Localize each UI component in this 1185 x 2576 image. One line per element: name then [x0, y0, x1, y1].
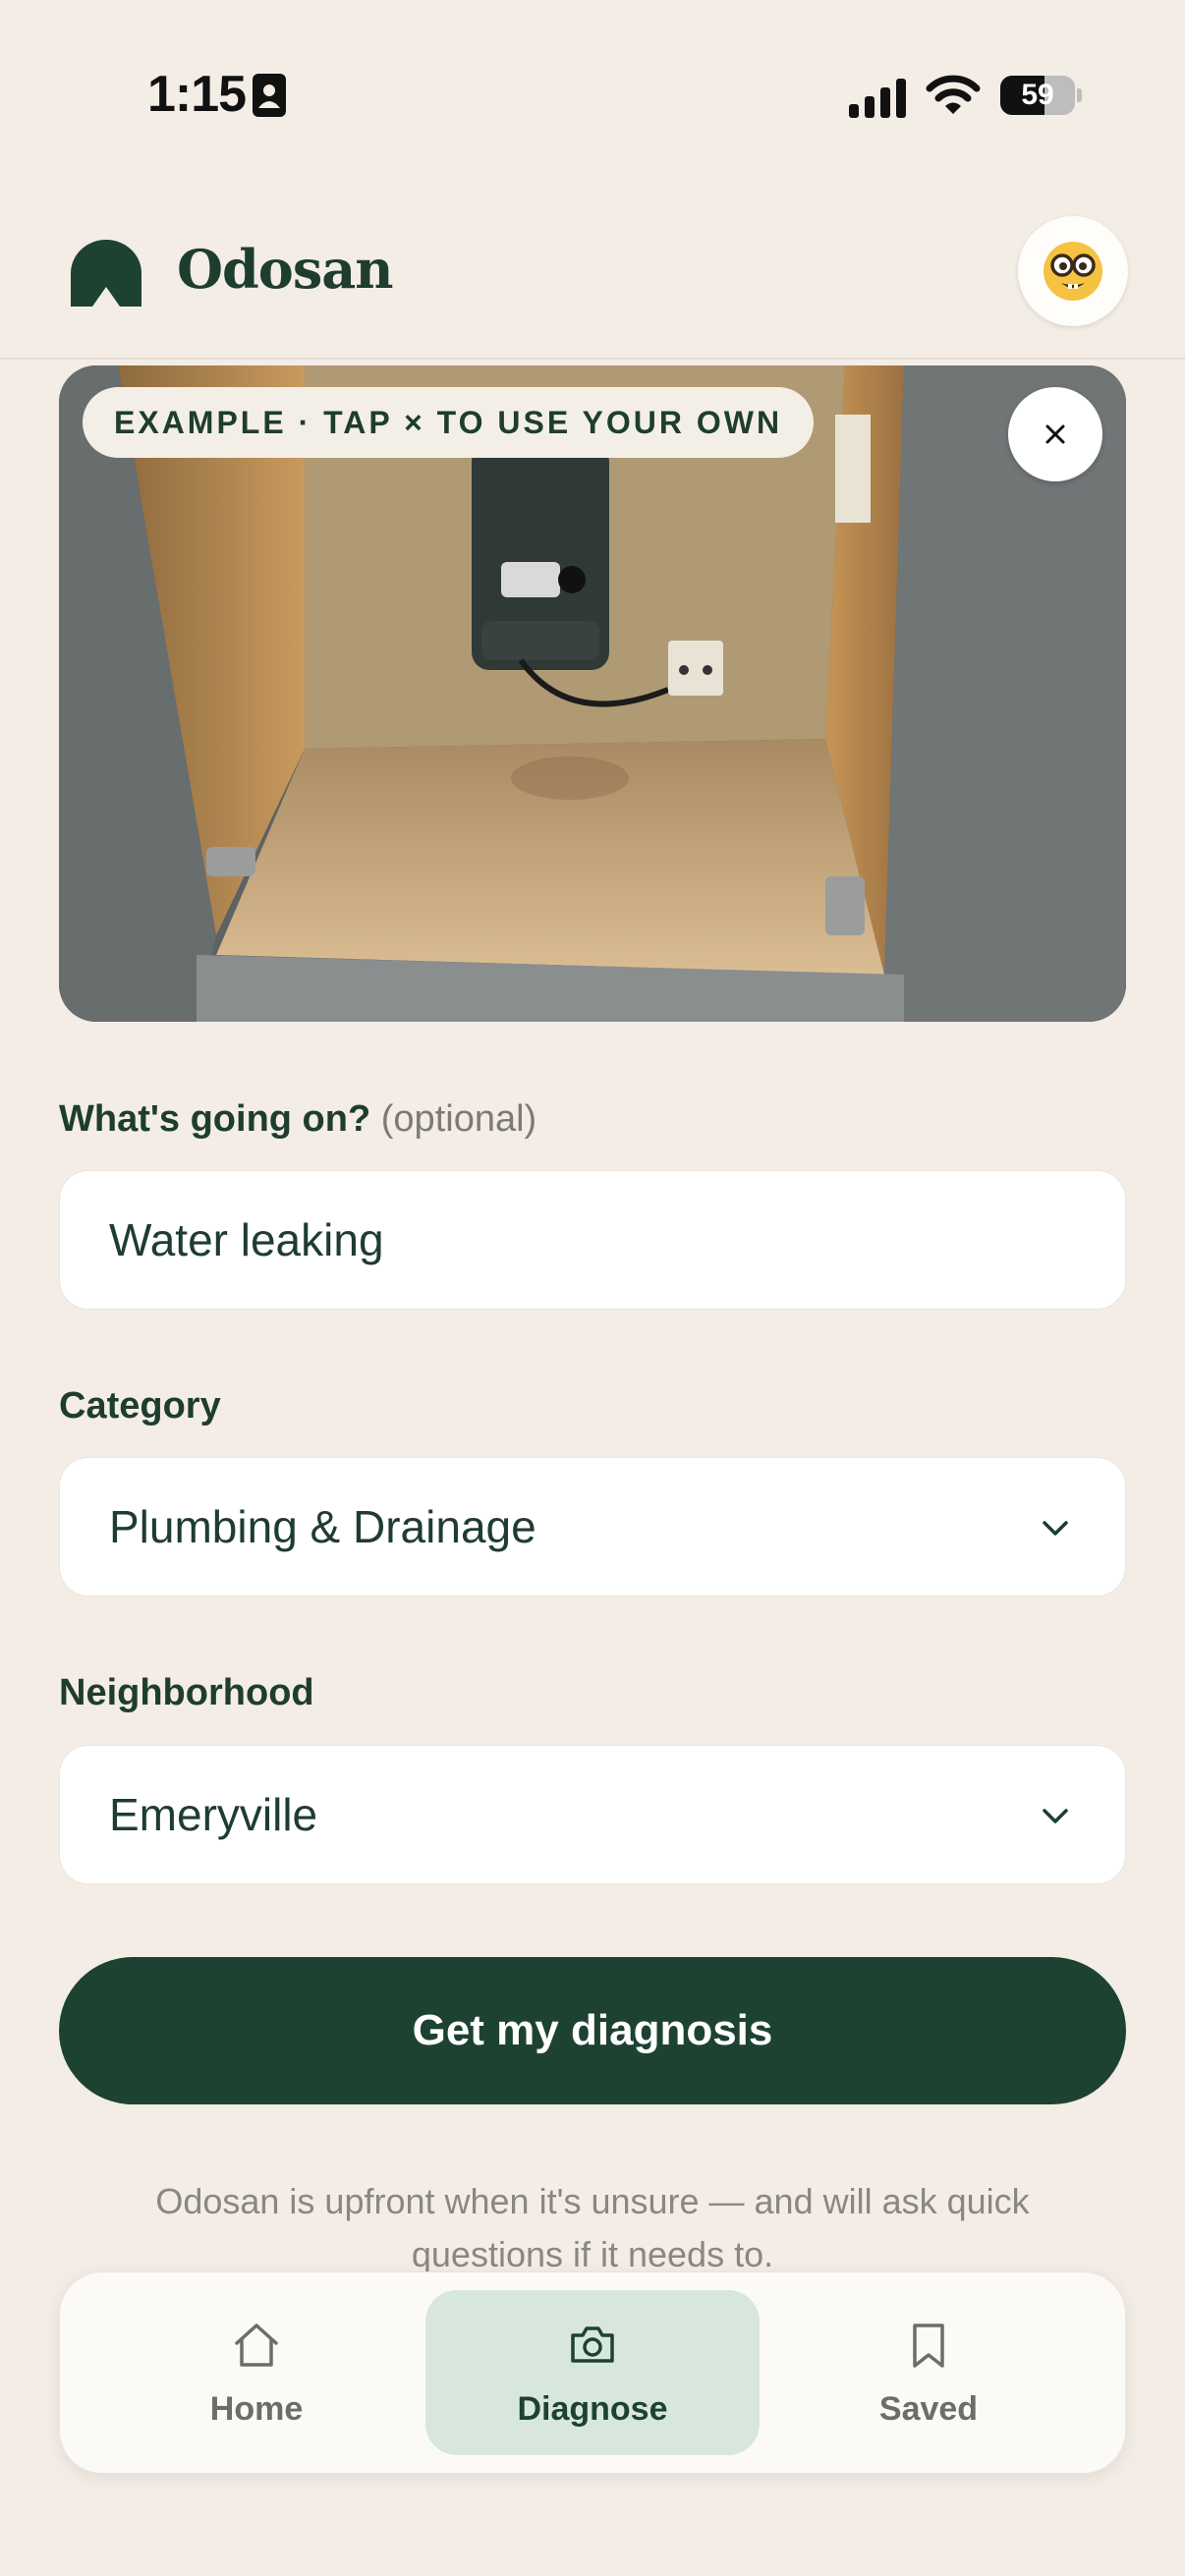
- get-diagnosis-button[interactable]: Get my diagnosis: [59, 1957, 1126, 2104]
- bookmark-icon: [913, 2324, 944, 2368]
- home-icon: [235, 2324, 278, 2367]
- example-photo-chip: EXAMPLE · TAP × TO USE YOUR OWN: [83, 387, 815, 458]
- description-input-value: Water leaking: [109, 1214, 384, 1265]
- example-photo[interactable]: EXAMPLE · TAP × TO USE YOUR OWN: [59, 365, 1126, 1022]
- neighborhood-label: Neighborhood: [59, 1672, 314, 1713]
- tab-saved[interactable]: Saved: [762, 2290, 1096, 2455]
- app-header: Odosan: [0, 187, 1185, 360]
- wifi-icon: [926, 75, 981, 114]
- description-input[interactable]: Water leaking: [59, 1170, 1126, 1310]
- category-select[interactable]: Plumbing & Drainage: [59, 1457, 1126, 1596]
- tab-home[interactable]: Home: [89, 2290, 423, 2455]
- tab-diagnose-label: Diagnose: [517, 2390, 668, 2428]
- profile-avatar-button[interactable]: [1018, 216, 1128, 326]
- description-label: What's going on? (optional): [59, 1098, 536, 1141]
- chevron-down-icon: [1043, 1809, 1068, 1823]
- tab-saved-label: Saved: [878, 2390, 979, 2428]
- remove-photo-button[interactable]: [1008, 387, 1102, 481]
- bottom-tab-bar: Home Diagnose Saved: [59, 2271, 1126, 2474]
- nerd-face-icon: [1044, 242, 1102, 301]
- diagnosis-footnote: Odosan is upfront when it's unsure — and…: [155, 2181, 1030, 2274]
- brand-name: Odosan: [177, 238, 393, 301]
- status-bar: 1:15 59: [0, 0, 1185, 187]
- under-sink-cabinet-image: [59, 365, 1126, 1022]
- tab-diagnose[interactable]: Diagnose: [425, 2290, 760, 2455]
- chevron-down-icon: [1043, 1521, 1068, 1536]
- battery-indicator: 59: [1000, 76, 1082, 115]
- status-time: 1:15: [147, 66, 247, 123]
- tab-home-label: Home: [209, 2390, 304, 2428]
- category-label: Category: [59, 1385, 221, 1427]
- neighborhood-select-value: Emeryville: [109, 1789, 318, 1840]
- battery-percentage: 59: [1021, 79, 1054, 111]
- description-label-text: What's going on?: [59, 1098, 371, 1140]
- neighborhood-select[interactable]: Emeryville: [59, 1745, 1126, 1884]
- cellular-signal-icon: [849, 79, 906, 118]
- category-select-value: Plumbing & Drainage: [109, 1501, 536, 1552]
- camera-icon: [571, 2326, 614, 2363]
- contact-card-icon: [253, 74, 286, 117]
- optional-hint: (optional): [380, 1098, 537, 1140]
- close-icon: [1045, 424, 1065, 444]
- odosan-logo-icon: [71, 240, 141, 307]
